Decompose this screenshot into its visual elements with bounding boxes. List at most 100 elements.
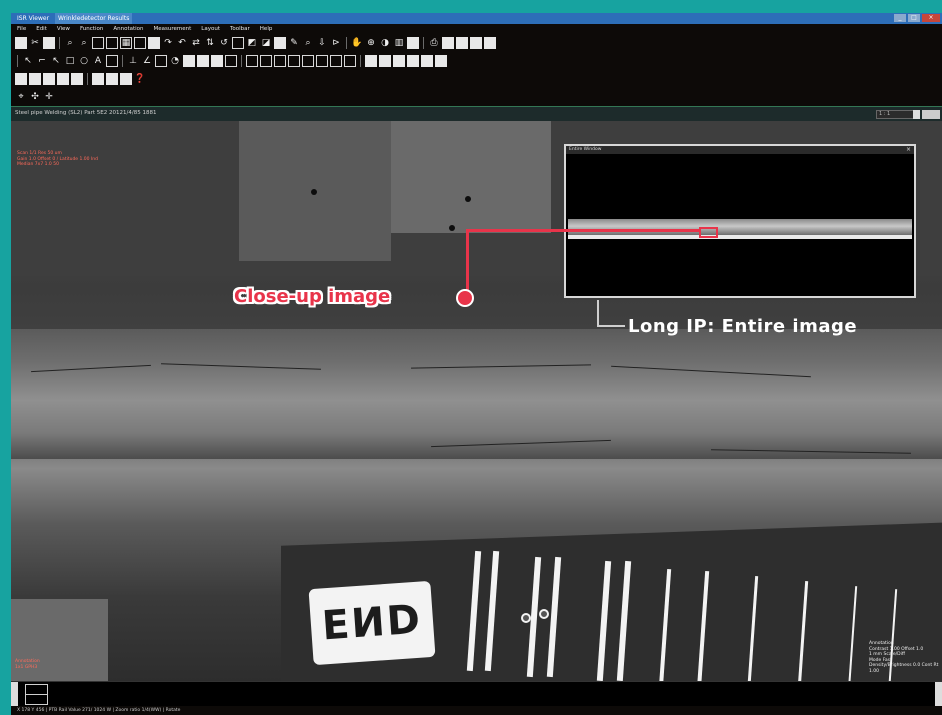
view-8-icon[interactable]	[120, 72, 132, 85]
menu-function[interactable]: Function	[80, 24, 103, 34]
toolbar-separator	[241, 54, 242, 67]
print-icon[interactable]: ⎙	[428, 37, 440, 49]
cut-icon[interactable]: ✂	[29, 37, 41, 49]
fit-icon[interactable]	[92, 36, 104, 49]
histogram-icon[interactable]: ▥	[393, 37, 405, 49]
settings-icon[interactable]	[484, 36, 496, 49]
inset-close-icon[interactable]: ×	[906, 146, 911, 154]
layout-2-icon[interactable]	[260, 54, 272, 67]
menu-toolbar[interactable]: Toolbar	[230, 24, 250, 34]
callout-dot	[456, 289, 474, 307]
view-7-icon[interactable]	[106, 72, 118, 85]
note-icon[interactable]	[106, 54, 118, 67]
plate-region	[391, 121, 551, 233]
area-icon[interactable]	[155, 54, 167, 67]
close-button[interactable]: ×	[922, 14, 940, 22]
help-icon[interactable]: ❓	[134, 73, 146, 85]
search-icon[interactable]: ⌕	[302, 37, 314, 49]
layout-4-icon[interactable]	[288, 54, 300, 67]
sync-icon[interactable]	[393, 54, 405, 67]
hand-icon[interactable]: ✋	[351, 37, 363, 49]
zoom-select[interactable]: 1 : 1	[876, 110, 914, 119]
polyline-icon[interactable]: ⌐	[36, 55, 48, 67]
link-icon[interactable]	[421, 54, 433, 67]
profile-icon[interactable]: ⊳	[330, 37, 342, 49]
snr-icon[interactable]	[197, 54, 209, 67]
new-icon[interactable]	[15, 36, 27, 49]
scroll-right-button[interactable]	[935, 682, 942, 707]
rotate-left-icon[interactable]: ↶	[176, 37, 188, 49]
rectangle-icon[interactable]: □	[64, 55, 76, 67]
layers-icon[interactable]	[148, 36, 160, 49]
view-1-icon[interactable]	[15, 72, 27, 85]
closeup-region-marker[interactable]	[699, 227, 718, 238]
compare-icon[interactable]	[379, 54, 391, 67]
export-icon[interactable]	[442, 36, 454, 49]
move-icon[interactable]: ✣	[29, 91, 41, 103]
calibrate-icon[interactable]	[225, 54, 237, 67]
view-6-icon[interactable]	[92, 72, 104, 85]
rotate-icon[interactable]: ↷	[162, 37, 174, 49]
density-icon[interactable]	[183, 54, 195, 67]
layout-8-icon[interactable]	[344, 54, 356, 67]
arrow-icon[interactable]: ↖	[50, 55, 62, 67]
text-icon[interactable]: A	[92, 55, 104, 67]
view-buttons[interactable]	[922, 110, 940, 119]
menu-help[interactable]: Help	[260, 24, 273, 34]
pointer-icon[interactable]: ↖	[22, 55, 34, 67]
layout-icon[interactable]	[134, 36, 146, 49]
mirror-icon[interactable]: ⇅	[204, 37, 216, 49]
ellipse-icon[interactable]: ○	[78, 55, 90, 67]
pan-down-icon[interactable]: ⇩	[316, 37, 328, 49]
menu-view[interactable]: View	[57, 24, 70, 34]
maximize-button[interactable]: □	[908, 14, 920, 22]
flip-icon[interactable]: ⇄	[190, 37, 202, 49]
entire-image-window[interactable]: Entire Window ×	[564, 144, 916, 298]
thumbnail-item[interactable]	[25, 684, 48, 705]
menu-layout[interactable]: Layout	[201, 24, 220, 34]
layout-7-icon[interactable]	[330, 54, 342, 67]
unlink-icon[interactable]	[435, 54, 447, 67]
brightness-icon[interactable]: ◑	[379, 37, 391, 49]
grid-icon[interactable]: ▦	[120, 36, 132, 49]
layout-3-icon[interactable]	[274, 54, 286, 67]
layout-1-icon[interactable]	[246, 54, 258, 67]
view-2-icon[interactable]	[29, 72, 41, 85]
crosshair-icon[interactable]: ⌖	[15, 91, 27, 103]
contrast-icon[interactable]	[274, 36, 286, 49]
layout-6-icon[interactable]	[316, 54, 328, 67]
window-icon[interactable]	[106, 36, 118, 49]
edit-icon[interactable]: ✎	[288, 37, 300, 49]
iqi-bead	[521, 613, 531, 623]
report-icon[interactable]	[470, 36, 482, 49]
menu-file[interactable]: File	[17, 24, 26, 34]
center-icon[interactable]: ✛	[43, 91, 55, 103]
thickness-icon[interactable]	[211, 54, 223, 67]
angle-icon[interactable]: ∠	[141, 55, 153, 67]
zoom-area-icon[interactable]: ⌕	[78, 37, 90, 49]
view-5-icon[interactable]	[71, 72, 83, 85]
layout-5-icon[interactable]	[302, 54, 314, 67]
profile-line-icon[interactable]: ◔	[169, 55, 181, 67]
ruler-icon[interactable]: ⊥	[127, 55, 139, 67]
menu-edit[interactable]: Edit	[36, 24, 47, 34]
reset-icon[interactable]: ↺	[218, 37, 230, 49]
view-4-icon[interactable]	[57, 72, 69, 85]
menu-measurement[interactable]: Measurement	[154, 24, 192, 34]
scroll-left-button[interactable]	[11, 682, 18, 707]
zoom-icon[interactable]: ⌕	[64, 37, 76, 49]
series-icon[interactable]	[365, 54, 377, 67]
magnifier-icon[interactable]: ⊕	[365, 37, 377, 49]
stack-icon[interactable]	[407, 54, 419, 67]
sharpen-icon[interactable]: ◪	[260, 37, 272, 49]
menu-annotation[interactable]: Annotation	[113, 24, 143, 34]
filter-icon[interactable]: ◩	[246, 37, 258, 49]
color-icon[interactable]	[407, 36, 419, 49]
copy-icon[interactable]	[43, 36, 55, 49]
toolbar-separator	[87, 72, 88, 85]
invert-icon[interactable]	[232, 36, 244, 49]
view-3-icon[interactable]	[43, 72, 55, 85]
save-icon[interactable]	[456, 36, 468, 49]
minimize-button[interactable]: _	[894, 14, 906, 22]
chevron-down-icon[interactable]	[913, 110, 920, 119]
